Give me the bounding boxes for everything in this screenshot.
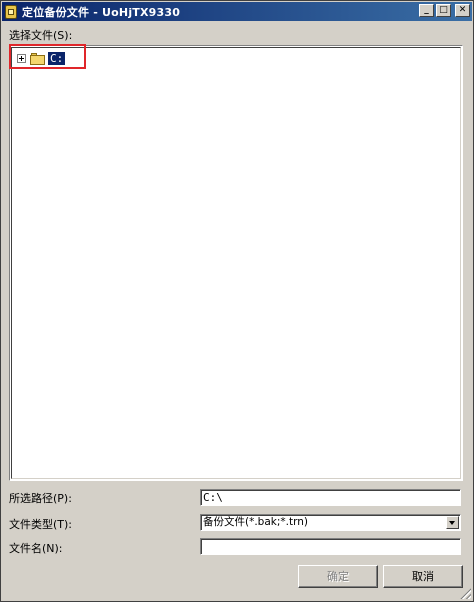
resize-grip-icon[interactable] [459, 587, 471, 599]
ok-button[interactable]: 确定 [298, 565, 378, 588]
chevron-down-icon[interactable] [446, 516, 459, 529]
file-name-input[interactable] [200, 538, 461, 555]
select-file-label: 选择文件(S): [9, 29, 73, 42]
title-bar[interactable]: 定位备份文件 - UoHjTX9330 _ □ ✕ [2, 2, 472, 21]
selected-path-label: 所选路径(P): [9, 492, 72, 505]
window-title: 定位备份文件 - UoHjTX9330 [22, 5, 181, 19]
file-type-select[interactable]: 备份文件(*.bak;*.trn) [200, 514, 461, 531]
file-tree-inner: C: [11, 47, 461, 479]
app-icon [5, 4, 17, 19]
file-type-label: 文件类型(T): [9, 518, 73, 531]
maximize-button[interactable]: □ [436, 4, 451, 17]
selected-path-field[interactable]: C:\ [200, 489, 461, 506]
locate-backup-file-dialog: 定位备份文件 - UoHjTX9330 _ □ ✕ 选择文件(S): C: 所选… [0, 0, 474, 602]
file-type-value: 备份文件(*.bak;*.trn) [203, 516, 308, 528]
cancel-button[interactable]: 取消 [383, 565, 463, 588]
window-controls: _ □ ✕ [419, 4, 470, 17]
close-button[interactable]: ✕ [455, 4, 470, 17]
annotation-highlight-box [9, 44, 86, 69]
file-tree[interactable]: C: [9, 45, 463, 481]
minimize-button[interactable]: _ [419, 4, 434, 17]
file-name-label: 文件名(N): [9, 542, 63, 555]
